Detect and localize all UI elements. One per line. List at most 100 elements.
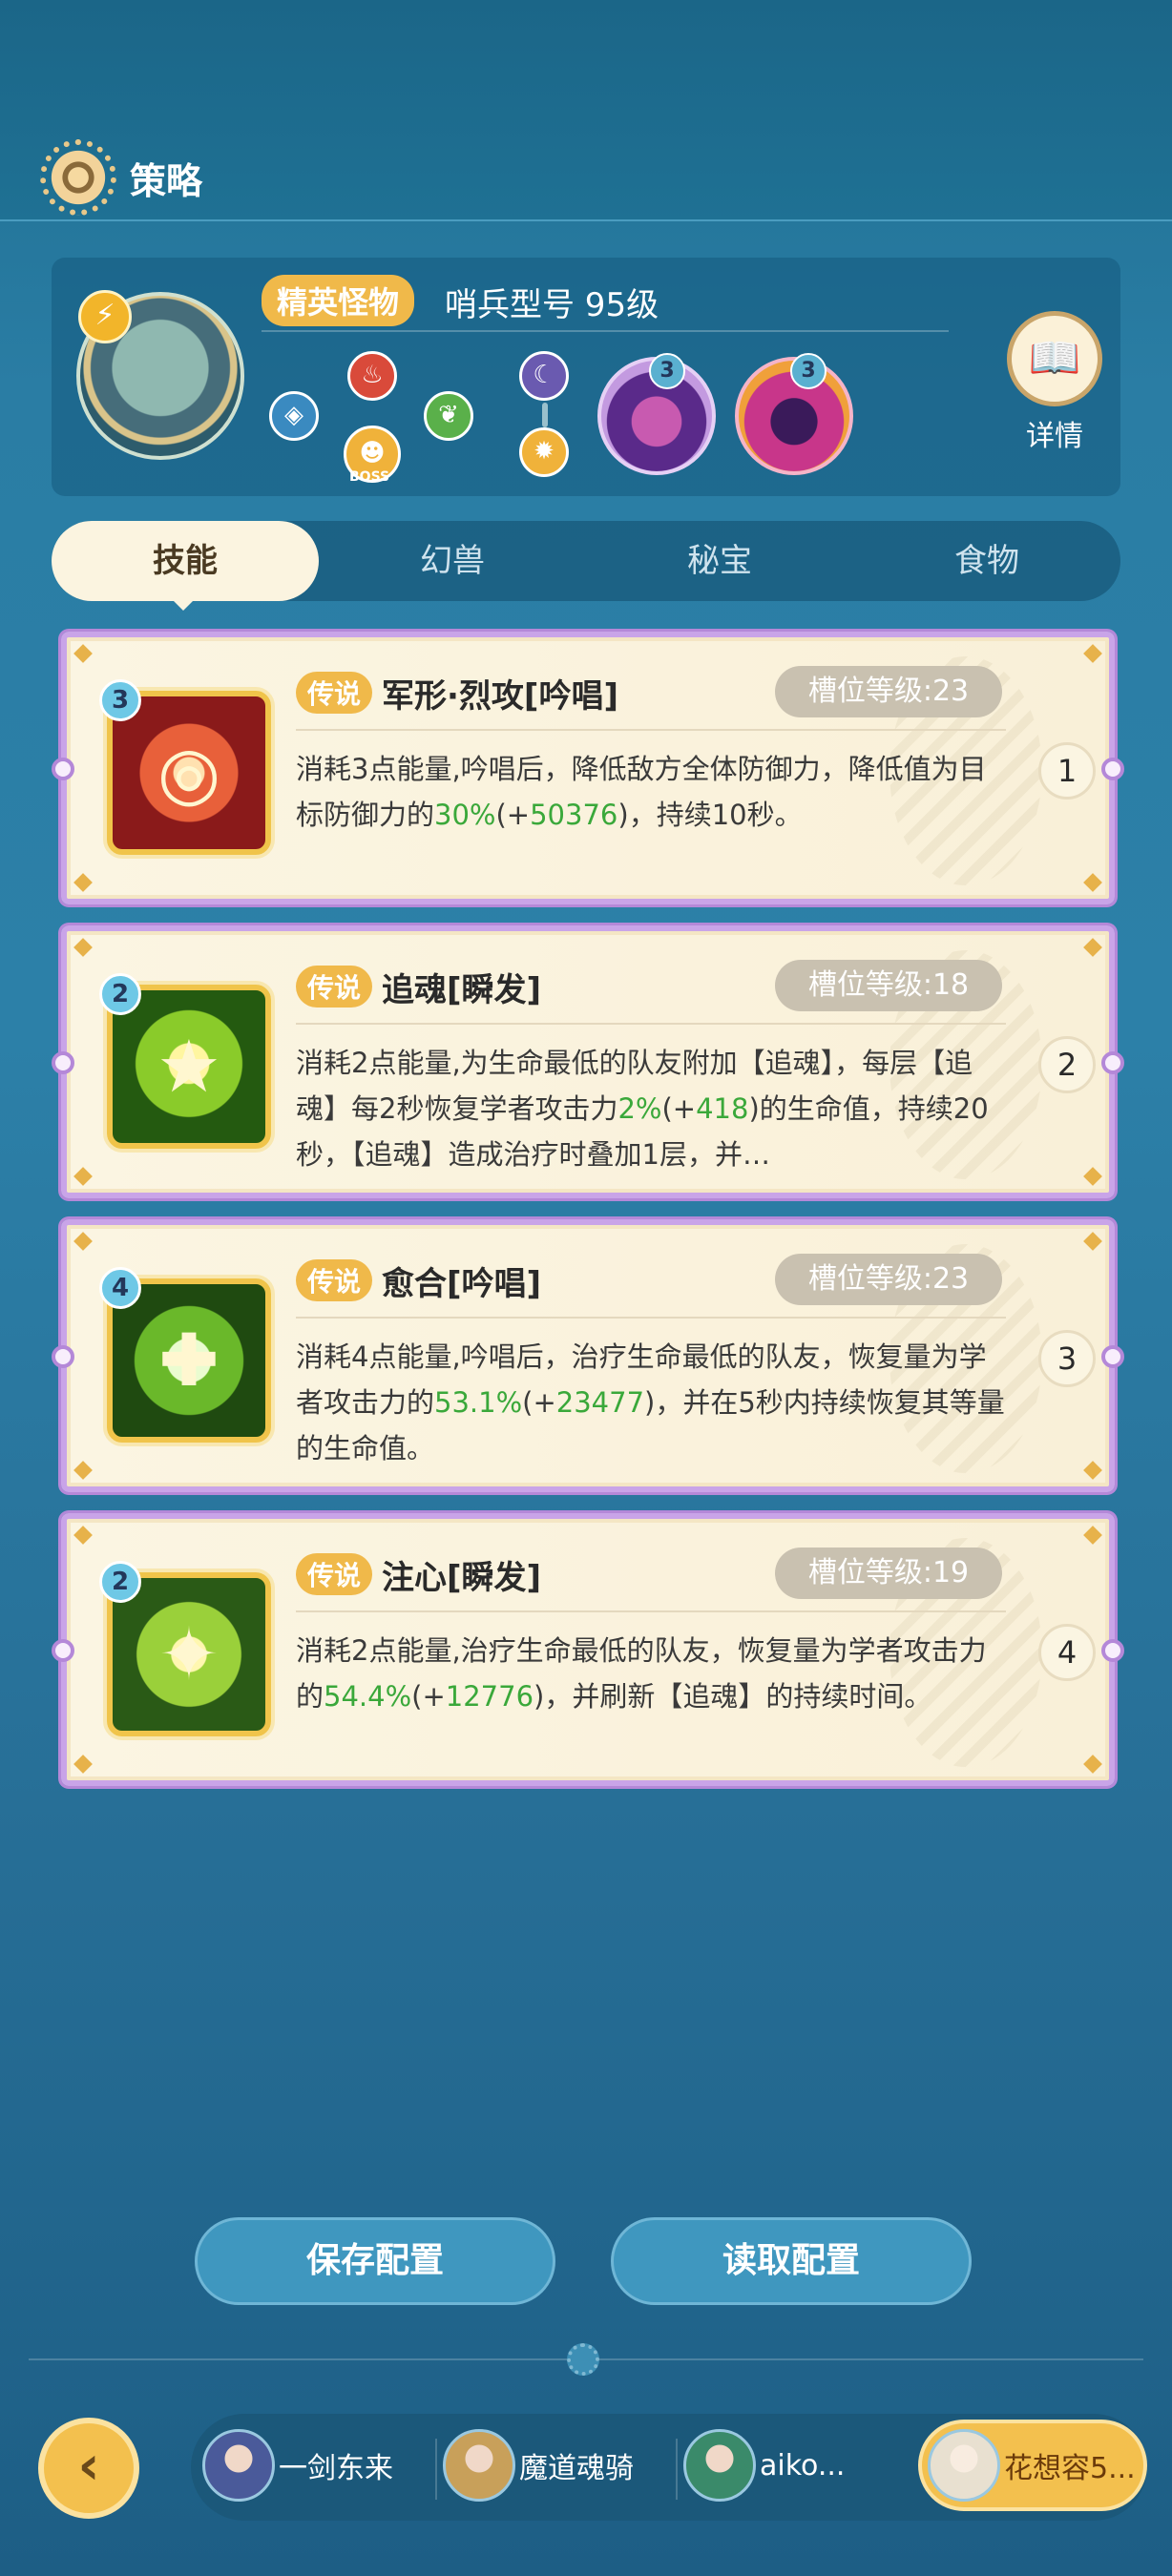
skill-name: 注心[瞬发] [382,1559,542,1597]
skill-star-count: 2 [99,1561,141,1603]
member-separator [676,2439,678,2500]
member-separator [435,2439,437,2500]
card-side-dot [1101,1051,1124,1074]
strategy-gear-icon [40,139,116,216]
strategy-header: 策略 [40,139,202,216]
debuff-stack-count: 3 [790,353,827,389]
fire-element-icon: ♨ [347,351,397,401]
water-element-icon: ◈ [269,391,319,441]
boss-panel: ⚡ 精英怪物 哨兵型号 95级 ♨ ◈ ❦ ☻ BOSS ☾ ✹ 3 3 📖 详… [52,258,1120,496]
load-config-button[interactable]: 读取配置 [611,2217,972,2305]
save-config-button[interactable]: 保存配置 [195,2217,555,2305]
card-side-dot [52,758,74,780]
skill-name: 追魂[瞬发] [382,971,542,1009]
card-corner [1083,873,1102,892]
card-corner [1083,1232,1102,1251]
team-member[interactable]: 一剑东来 [202,2429,393,2502]
element-separator [542,403,548,427]
member-name: 魔道魂骑 [519,2452,634,2485]
card-corner [73,1461,93,1480]
card-side-dot [1101,758,1124,780]
card-side-dot [1101,1345,1124,1368]
rarity-tag: 传说 [296,1553,373,1595]
card-corner [73,938,93,957]
skill-card[interactable]: ✚ 4 传说 愈合[吟唱] 槽位等级:23 消耗4点能量,吟唱后，治疗生命最低的… [52,1219,1124,1492]
boss-label: BOSS [349,469,390,485]
slot-level-badge: 槽位等级:23 [775,666,1002,717]
rarity-tag: 传说 [296,966,373,1008]
member-name: aiko... [760,2448,846,2483]
skill-card[interactable]: ★ 2 传说 追魂[瞬发] 槽位等级:18 消耗2点能量,为生命最低的队友附加【… [52,925,1124,1198]
card-side-dot [52,1051,74,1074]
card-corner [1083,1167,1102,1186]
tab-beasts[interactable]: 幻兽 [319,521,586,601]
rarity-tag: 传说 [296,1259,373,1301]
card-corner [1083,1755,1102,1774]
lightning-icon: ⚡ [78,290,132,343]
card-corner [1083,1461,1102,1480]
skill-description: 消耗2点能量,治疗生命最低的队友，恢复量为学者攻击力的54.4%(+12776)… [296,1634,987,1713]
skill-order-number: 2 [1038,1036,1096,1093]
skill-star-count: 3 [99,679,141,721]
boss-divider [262,330,949,332]
skill-order-number: 4 [1038,1624,1096,1681]
avatar [928,2429,1000,2502]
avatar [202,2429,275,2502]
elite-tag: 精英怪物 [262,275,415,326]
card-corner [1083,644,1102,663]
skill-order-number: 3 [1038,1330,1096,1387]
card-corner [73,873,93,892]
tab-food[interactable]: 食物 [853,521,1120,601]
page-title: 策略 [130,159,203,202]
avatar [683,2429,756,2502]
card-divider [296,1317,1006,1319]
card-side-dot [52,1639,74,1662]
wood-element-icon: ❦ [424,391,473,441]
member-name: 一剑东来 [279,2452,393,2485]
card-divider [296,1023,1006,1025]
skill-star-count: 4 [99,1267,141,1309]
card-corner [1083,938,1102,957]
tab-bar: 技能 幻兽 秘宝 食物 [52,521,1120,601]
skill-description: 消耗2点能量,为生命最低的队友附加【追魂】，每层【追魂】每2秒恢复学者攻击力2%… [296,1047,989,1171]
moon-element-icon: ☾ [519,351,569,401]
card-divider [296,1610,1006,1612]
details-button[interactable]: 📖 详情 [983,311,1126,454]
slot-level-badge: 槽位等级:19 [775,1548,1002,1599]
back-arrow-icon[interactable]: ‹ [38,2418,139,2519]
tab-treasures[interactable]: 秘宝 [586,521,853,601]
divider-gear-icon [567,2343,599,2376]
tab-skills[interactable]: 技能 [52,521,319,601]
card-side-dot [52,1345,74,1368]
team-member-active[interactable]: 花想容5... [918,2420,1147,2511]
card-corner [73,1755,93,1774]
card-side-dot [1101,1639,1124,1662]
card-corner [73,644,93,663]
tab-pointer [170,597,197,611]
skill-card[interactable]: ◎ 3 传说 军形·烈攻[吟唱] 槽位等级:23 消耗3点能量,吟唱后，降低敌方… [52,632,1124,904]
slot-level-badge: 槽位等级:18 [775,960,1002,1011]
avatar [443,2429,515,2502]
skill-name: 愈合[吟唱] [382,1265,542,1303]
skill-card[interactable]: ✦ 2 传说 注心[瞬发] 槽位等级:19 消耗2点能量,治疗生命最低的队友，恢… [52,1513,1124,1786]
team-member[interactable]: aiko... [683,2429,845,2502]
skill-description: 消耗4点能量,吟唱后，治疗生命最低的队友，恢复量为学者攻击力的53.1%(+23… [296,1340,1005,1465]
boss-name: 哨兵型号 95级 [445,286,659,324]
card-corner [1083,1526,1102,1545]
skill-star-count: 2 [99,973,141,1015]
details-label: 详情 [1026,420,1083,453]
skill-name: 军形·烈攻[吟唱] [382,677,618,716]
slot-level-badge: 槽位等级:23 [775,1254,1002,1305]
debuff-stack-count: 3 [649,353,685,389]
sun-element-icon: ✹ [519,427,569,477]
card-divider [296,729,1006,731]
rarity-tag: 传说 [296,672,373,714]
team-member[interactable]: 魔道魂骑 [443,2429,634,2502]
member-name: 花想容5... [1004,2452,1136,2485]
card-corner [73,1526,93,1545]
skill-order-number: 1 [1038,742,1096,800]
card-corner [73,1232,93,1251]
book-icon: 📖 [1007,311,1102,406]
card-corner [73,1167,93,1186]
skill-description: 消耗3点能量,吟唱后，降低敌方全体防御力，降低值为目标防御力的30%(+5037… [296,753,987,831]
